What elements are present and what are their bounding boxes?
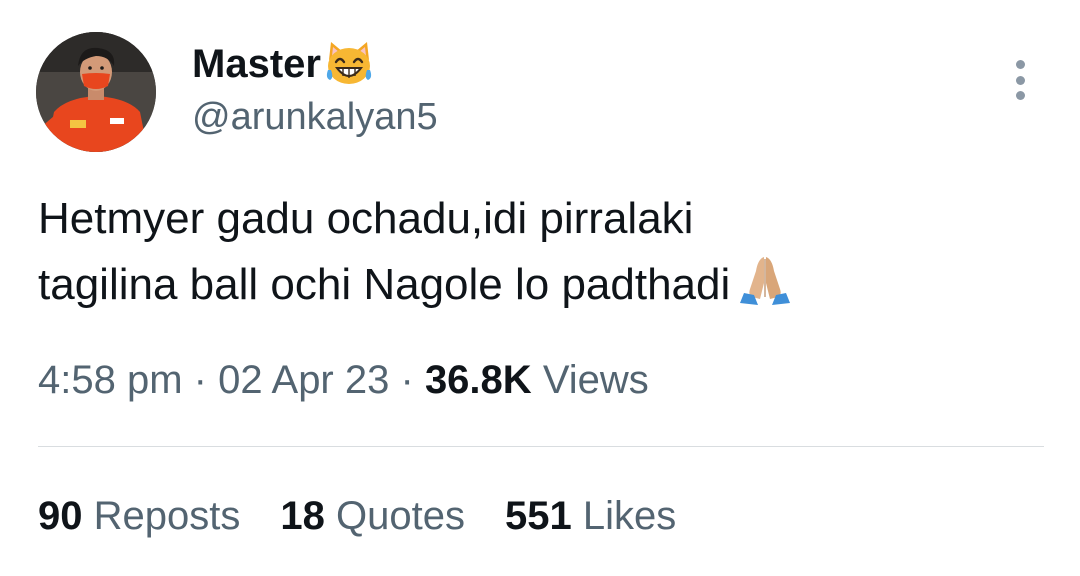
folded-hands-icon: [738, 253, 792, 307]
likes-label: Likes: [582, 494, 677, 538]
tweet-text: Hetmyer gadu ochadu,idi pirralaki tagili…: [38, 186, 1038, 318]
grinning-cat-icon: [323, 40, 375, 88]
more-dot: [1015, 75, 1025, 85]
avatar[interactable]: [36, 32, 156, 152]
engagement-stats: 90 Reposts 18 Quotes 551 Likes: [38, 494, 676, 539]
views-count: 36.8K: [424, 358, 532, 402]
meta-separator: ·: [400, 358, 414, 402]
meta-separator: ·: [193, 358, 207, 402]
quotes-count: 18: [280, 494, 325, 538]
reposts-label: Reposts: [93, 494, 241, 538]
divider: [38, 446, 1044, 447]
views-label: Views: [542, 358, 649, 402]
tweet-text-line-content: tagilina ball ochi Nagole lo padthadi: [38, 260, 731, 309]
reposts-count: 90: [38, 494, 83, 538]
tweet-date[interactable]: 02 Apr 23: [218, 358, 389, 402]
more-options-button[interactable]: [1004, 56, 1036, 104]
reposts-stat[interactable]: 90 Reposts: [38, 494, 240, 539]
author-display-name[interactable]: Master: [192, 42, 321, 87]
quotes-label: Quotes: [336, 494, 465, 538]
likes-stat[interactable]: 551 Likes: [505, 494, 676, 539]
tweet-card: Master @arunkalyan5 Hetmyer gadu ochadu,…: [0, 0, 1080, 576]
avatar-image: [36, 32, 156, 152]
quotes-stat[interactable]: 18 Quotes: [280, 494, 465, 539]
tweet-meta: 4:58 pm · 02 Apr 23 · 36.8K Views: [38, 358, 649, 403]
tweet-text-line: tagilina ball ochi Nagole lo padthadi: [38, 252, 1038, 318]
tweet-time[interactable]: 4:58 pm: [38, 358, 183, 402]
author-handle[interactable]: @arunkalyan5: [192, 96, 438, 139]
tweet-text-line: Hetmyer gadu ochadu,idi pirralaki: [38, 194, 694, 243]
more-dots-icon: [1015, 60, 1025, 69]
likes-count: 551: [504, 494, 572, 538]
author-name-row[interactable]: Master: [192, 38, 375, 90]
more-dot: [1015, 91, 1025, 100]
